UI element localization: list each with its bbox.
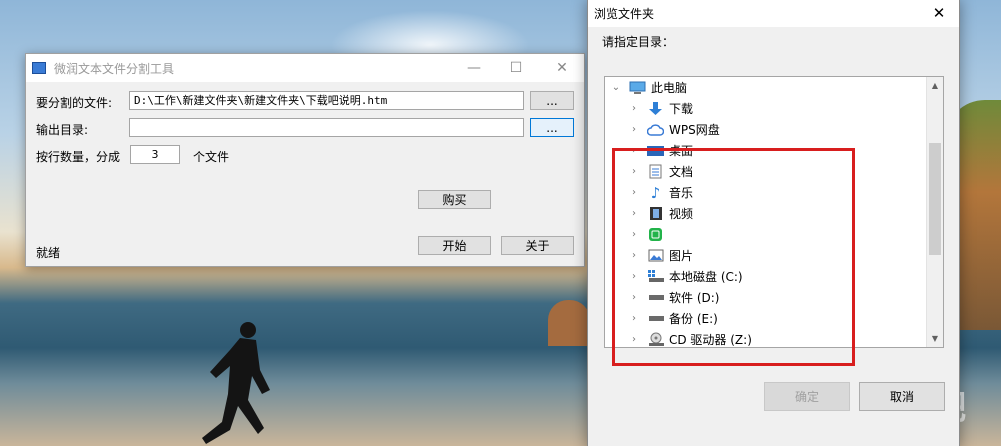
tool-titlebar[interactable]: 微润文本文件分割工具 — ☐ ✕ [26,54,584,82]
runner-silhouette [202,322,270,444]
tree-item-this-pc[interactable]: ⌄ 此电脑 [609,77,687,98]
tool-window-title: 微润文本文件分割工具 [54,61,175,76]
ok-button[interactable]: 确定 [764,382,850,411]
cloud-icon [647,122,664,137]
download-icon [647,101,664,116]
file-label: 要分割的文件: [36,96,113,110]
output-dir-input[interactable] [129,118,524,137]
buy-button[interactable]: 购买 [418,190,491,209]
tree-item-label: 此电脑 [651,81,688,95]
count-input[interactable]: 3 [130,145,180,164]
tree-item-label: WPS网盘 [669,123,720,137]
tree-item-wps-cloud[interactable]: › WPS网盘 [627,119,720,140]
computer-icon [629,80,646,95]
tree-item-downloads[interactable]: › 下载 [627,98,693,119]
dialog-close-icon[interactable]: ✕ [919,0,959,27]
start-button[interactable]: 开始 [418,236,491,255]
dialog-prompt: 请指定目录： [602,35,675,49]
count-unit: 个文件 [193,150,230,164]
scroll-thumb[interactable] [929,143,941,255]
browse-file-button[interactable]: ... [530,91,574,110]
browse-output-button[interactable]: ... [530,118,574,137]
minimize-icon[interactable]: — [454,54,494,82]
cancel-button[interactable]: 取消 [859,382,945,411]
scroll-up-icon[interactable]: ▲ [927,77,943,94]
file-path-input[interactable]: D:\工作\新建文件夹\新建文件夹\下载吧说明.htm [129,91,524,110]
close-icon[interactable]: ✕ [542,54,582,82]
output-label: 输出目录: [36,123,89,137]
chevron-right-icon[interactable]: › [627,124,641,135]
chevron-right-icon[interactable]: › [627,103,641,114]
sea-rock [548,300,590,346]
status-text: 就绪 [36,246,61,260]
maximize-icon[interactable]: ☐ [496,54,536,82]
chevron-down-icon[interactable]: ⌄ [609,82,623,93]
app-icon [32,62,46,74]
tree-item-label: 下载 [669,102,694,116]
dialog-title: 浏览文件夹 [594,6,655,21]
highlight-box [612,148,855,366]
tool-window: 微润文本文件分割工具 — ☐ ✕ 要分割的文件: D:\工作\新建文件夹\新建文… [25,53,585,267]
scroll-down-icon[interactable]: ▼ [927,330,943,347]
about-button[interactable]: 关于 [501,236,574,255]
count-label: 按行数量，分成 [36,150,121,164]
dialog-titlebar[interactable]: 浏览文件夹 ✕ [588,0,959,27]
tree-scrollbar[interactable]: ▲ ▼ [926,77,943,347]
